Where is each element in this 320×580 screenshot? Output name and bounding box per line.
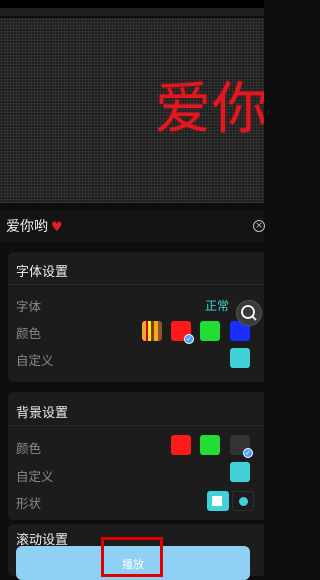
led-preview-text: 爱你哟 [155,77,264,142]
font-color-label: 颜色 [16,326,42,341]
background-swatch-red[interactable] [171,435,191,455]
divider [8,284,264,285]
shape-circle-option[interactable] [232,491,254,511]
clear-icon[interactable]: × [253,220,265,232]
circle-shape-icon [239,497,248,506]
background-color-label: 颜色 [16,441,42,456]
font-swatch-green[interactable] [200,321,220,341]
shape-square-option[interactable] [207,491,229,511]
font-settings-card: 字体设置 字体 正常 颜色 ✓ 自定义 [8,252,264,382]
background-settings-card: 背景设置 颜色 ✓ 自定义 形状 [8,392,264,520]
search-icon[interactable] [236,300,262,326]
font-custom-label: 自定义 [16,353,54,368]
font-swatch-red[interactable]: ✓ [171,321,194,344]
heart-icon: ♥ [51,220,63,235]
top-gap [0,8,264,16]
text-input-row[interactable]: 爱你哟 ♥ × [0,210,265,242]
led-preview-screen: 爱你哟 [0,18,264,203]
font-swatch-gradient[interactable] [142,321,162,341]
font-settings-title: 字体设置 [16,265,69,280]
background-swatch-dark[interactable]: ✓ [230,435,253,458]
shape-label: 形状 [16,496,42,511]
background-settings-title: 背景设置 [16,406,69,421]
background-swatch-green[interactable] [200,435,220,455]
font-value[interactable]: 正常 [205,297,229,314]
check-icon: ✓ [243,448,253,458]
top-bar [0,0,264,8]
background-custom-color-swatch[interactable] [230,462,250,482]
background-custom-label: 自定义 [16,469,54,484]
divider [8,425,264,426]
play-button-highlight [101,537,163,577]
font-label: 字体 [16,299,42,314]
font-custom-color-swatch[interactable] [230,348,250,368]
check-icon: ✓ [184,334,194,344]
text-input[interactable]: 爱你哟 ♥ [6,216,63,236]
text-input-value: 爱你哟 [6,219,48,235]
square-shape-icon [212,496,222,506]
